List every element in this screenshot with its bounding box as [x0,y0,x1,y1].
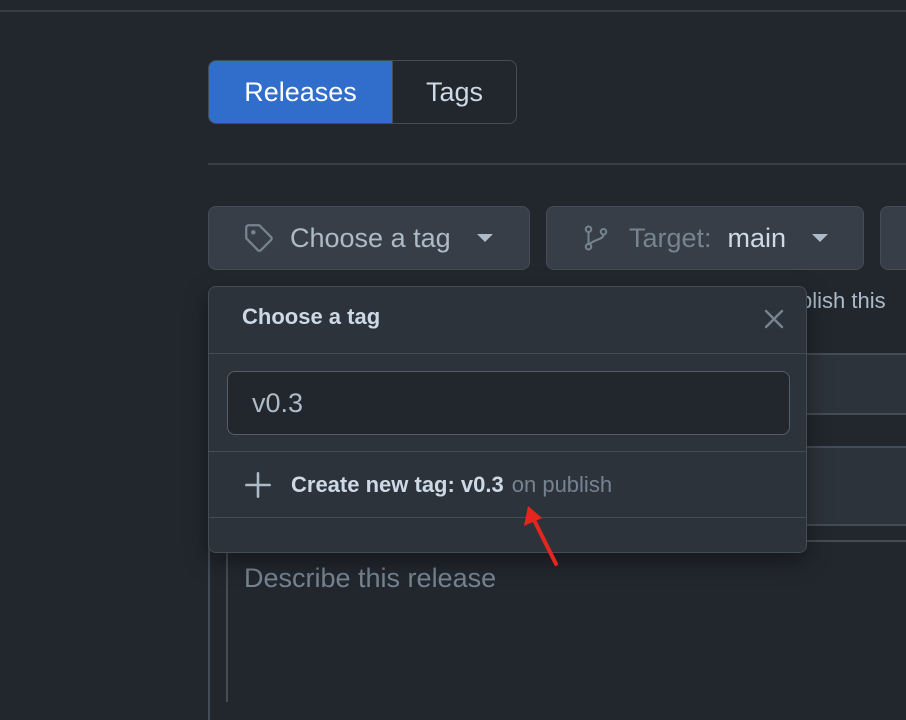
create-new-tag-item[interactable]: Create new tag: v0.3 on publish [209,452,806,517]
target-label: Target: [629,222,712,253]
create-tag-text: Create new tag: v0.3 [291,471,504,497]
section-divider [208,163,906,165]
choose-tag-button[interactable]: Choose a tag [208,206,530,270]
plus-icon [245,471,271,498]
popover-title: Choose a tag [242,304,381,329]
git-branch-icon [584,225,608,251]
popover-header: Choose a tag [209,287,806,354]
tag-icon [245,224,273,252]
target-branch-value: main [727,222,787,253]
extra-toolbar-button[interactable] [880,206,906,270]
annotation-arrow-icon [524,506,558,566]
release-tabs: Releases Tags [208,60,517,124]
chevron-down-icon [476,234,493,242]
tab-releases[interactable]: Releases [209,61,392,123]
choose-tag-label: Choose a tag [290,222,451,253]
top-divider [0,10,906,12]
tab-tags[interactable]: Tags [392,61,516,123]
choose-tag-popover: Choose a tag Create new tag: v0.3 on pub… [208,286,807,553]
create-tag-suffix: on publish [511,471,613,497]
publish-hint-text: blish this [800,288,886,313]
description-placeholder: Describe this release [244,563,497,593]
chevron-down-icon [812,234,829,242]
divider [209,517,806,518]
tag-search-input[interactable] [227,371,790,435]
target-branch-button[interactable]: Target: main [546,206,864,270]
close-icon[interactable] [762,307,786,331]
